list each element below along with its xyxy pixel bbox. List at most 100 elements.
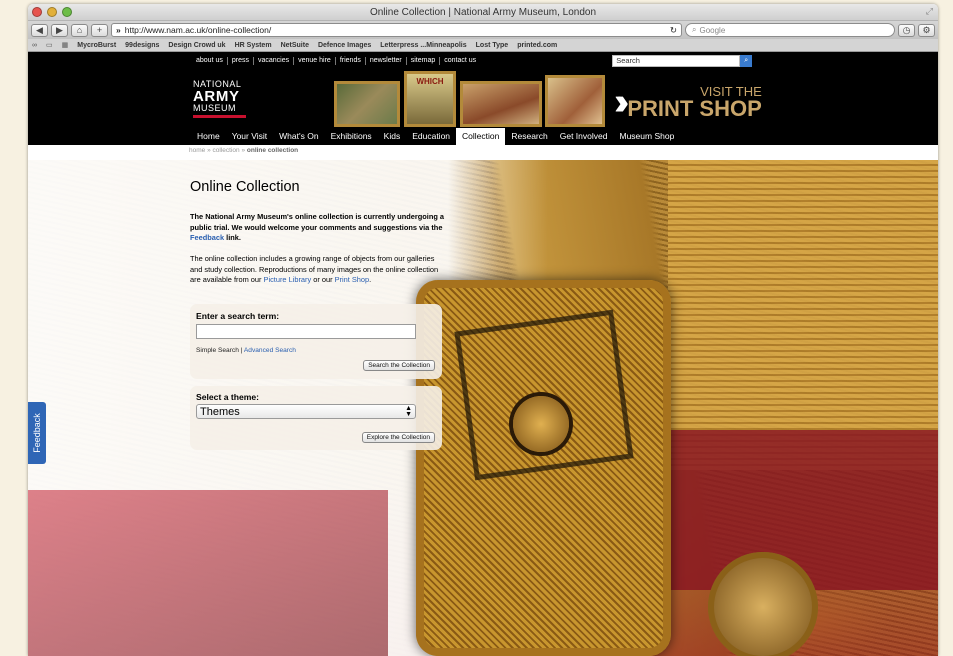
embroidered-roundel (513, 396, 569, 452)
search-term-input[interactable] (196, 324, 416, 339)
browser-window: Online Collection | National Army Museum… (28, 4, 938, 656)
theme-box: Select a theme: Themes ▲ ▼ Explore the Co… (190, 386, 442, 450)
banner-painting-horses (334, 81, 400, 127)
logo-line-3: MUSEUM (193, 103, 236, 113)
logo-line-2: ARMY (193, 88, 240, 105)
main-nav: Home Your Visit What's On Exhibitions Ki… (28, 126, 938, 145)
bookmark-item[interactable]: 99designs (125, 42, 159, 49)
intro-text-b: link. (224, 233, 241, 242)
home-icon[interactable]: ⌂ (71, 23, 88, 37)
collection-description: The online collection includes a growing… (190, 254, 442, 286)
nav-link-contact-us[interactable]: contact us (440, 57, 480, 65)
nav-link-press[interactable]: press (228, 56, 254, 65)
main-nav-education[interactable]: Education (406, 128, 456, 145)
bookmark-item[interactable]: Letterpress ...Minneapolis (380, 42, 466, 49)
back-button[interactable]: ◀ (31, 23, 48, 37)
nav-link-venue-hire[interactable]: venue hire (294, 56, 336, 65)
main-nav-home[interactable]: Home (191, 128, 226, 145)
nav-link-sitemap[interactable]: sitemap (407, 56, 441, 65)
double-chevron-icon: ›› (614, 81, 630, 123)
picture-library-link[interactable]: Picture Library (264, 275, 312, 284)
breadcrumb-separator: » (207, 147, 211, 154)
theme-select[interactable]: Themes ▲ ▼ (196, 404, 416, 419)
site-search-input[interactable]: Search (612, 54, 741, 67)
theme-selected-value: Themes (200, 405, 240, 418)
gold-braid-panel (668, 160, 938, 470)
explore-collection-button[interactable]: Explore the Collection (361, 432, 435, 443)
museum-logo[interactable]: NATIONAL ARMY MUSEUM (193, 80, 246, 118)
bookmark-item[interactable]: Lost Type (476, 42, 509, 49)
main-nav-exhibitions[interactable]: Exhibitions (325, 128, 378, 145)
nav-link-about-us[interactable]: about us (192, 56, 228, 65)
description-text-end: . (369, 275, 372, 284)
red-velvet-right (668, 430, 938, 590)
title-bar: Online Collection | National Army Museum… (28, 4, 938, 21)
search-collection-button[interactable]: Search the Collection (363, 360, 435, 371)
bookmarks-book-icon[interactable]: ▭ (46, 41, 53, 49)
bookmark-item[interactable]: printed.com (517, 42, 557, 49)
main-nav-kids[interactable]: Kids (378, 128, 407, 145)
intro-text: The National Army Museum's online collec… (190, 212, 448, 244)
print-shop-text: VISIT THE PRINT SHOP (627, 85, 761, 120)
main-nav-get-involved[interactable]: Get Involved (554, 128, 614, 145)
minimize-window-button[interactable] (47, 7, 57, 17)
gold-knot-button (708, 552, 818, 656)
site-banner: NATIONAL ARMY MUSEUM WHICH ›› VISIT THE … (28, 69, 938, 127)
site-search: Search ⌕ (612, 54, 753, 67)
zoom-window-button[interactable] (62, 7, 72, 17)
reading-list-icon[interactable]: ∞ (32, 42, 37, 49)
print-shop-promo[interactable]: ›› VISIT THE PRINT SHOP (614, 81, 762, 123)
main-nav-whats-on[interactable]: What's On (273, 128, 324, 145)
breadcrumb: home » collection » online collection (28, 145, 938, 156)
main-nav-collection[interactable]: Collection (456, 128, 506, 145)
page-title: Online Collection (190, 179, 300, 195)
address-bar[interactable]: » http://www.nam.ac.uk/online-collection… (111, 23, 682, 37)
banner-poster-which: WHICH (404, 71, 456, 127)
nav-link-vacancies[interactable]: vacancies (254, 56, 295, 65)
main-nav-research[interactable]: Research (505, 128, 553, 145)
add-bookmark-button[interactable]: + (91, 23, 108, 37)
simple-search-link[interactable]: Simple Search (196, 347, 239, 354)
bookmark-item[interactable]: HR System (235, 42, 272, 49)
intro-text-a: The National Army Museum's online collec… (190, 212, 445, 232)
red-velvet-left (28, 490, 388, 656)
close-window-button[interactable] (32, 7, 42, 17)
theme-label: Select a theme: (196, 392, 260, 402)
bookmark-item[interactable]: MycroBurst (77, 42, 116, 49)
logo-red-bar (193, 115, 246, 118)
main-nav-your-visit[interactable]: Your Visit (226, 128, 273, 145)
print-shop-line-2: PRINT SHOP (627, 95, 762, 121)
search-label: Enter a search term: (196, 311, 280, 321)
feedback-tab-label: Feedback (32, 413, 42, 453)
bookmark-item[interactable]: NetSuite (281, 42, 309, 49)
site-search-button[interactable]: ⌕ (740, 54, 753, 67)
window-controls (32, 7, 72, 17)
settings-gear-icon[interactable]: ⚙ (918, 23, 935, 37)
bookmark-item[interactable]: Design Crowd uk (168, 42, 225, 49)
poster-text: WHICH (416, 77, 444, 86)
banner-painting-battle (460, 81, 542, 127)
advanced-search-link[interactable]: Advanced Search (244, 347, 296, 354)
top-sites-grid-icon[interactable]: ▦ (62, 41, 69, 49)
feedback-tab[interactable]: Feedback (28, 402, 46, 464)
forward-button[interactable]: ▶ (51, 23, 68, 37)
reload-icon[interactable]: ↻ (670, 25, 677, 36)
url-text: http://www.nam.ac.uk/online-collection/ (124, 25, 272, 35)
magnifier-icon: ⌕ (744, 56, 749, 64)
breadcrumb-collection[interactable]: collection (213, 147, 240, 154)
main-nav-museum-shop[interactable]: Museum Shop (613, 128, 680, 145)
browser-search-field[interactable]: ⌕ Google (685, 23, 895, 37)
breadcrumb-home[interactable]: home (189, 147, 205, 154)
nav-link-newsletter[interactable]: newsletter (366, 56, 407, 65)
print-shop-link[interactable]: Print Shop (335, 275, 370, 284)
site-favicon-icon: » (116, 25, 121, 35)
bookmark-item[interactable]: Defence Images (318, 42, 371, 49)
browser-search-placeholder: Google (699, 25, 726, 35)
embroidered-cross (454, 309, 634, 481)
fullscreen-icon[interactable]: ⤢ (926, 6, 933, 17)
feedback-link[interactable]: Feedback (190, 233, 224, 242)
hero-background: Online Collection The National Army Muse… (28, 160, 938, 656)
nav-link-friends[interactable]: friends (336, 56, 366, 65)
search-box: Enter a search term: Simple Search | Adv… (190, 304, 442, 379)
history-icon[interactable]: ◷ (898, 23, 915, 37)
